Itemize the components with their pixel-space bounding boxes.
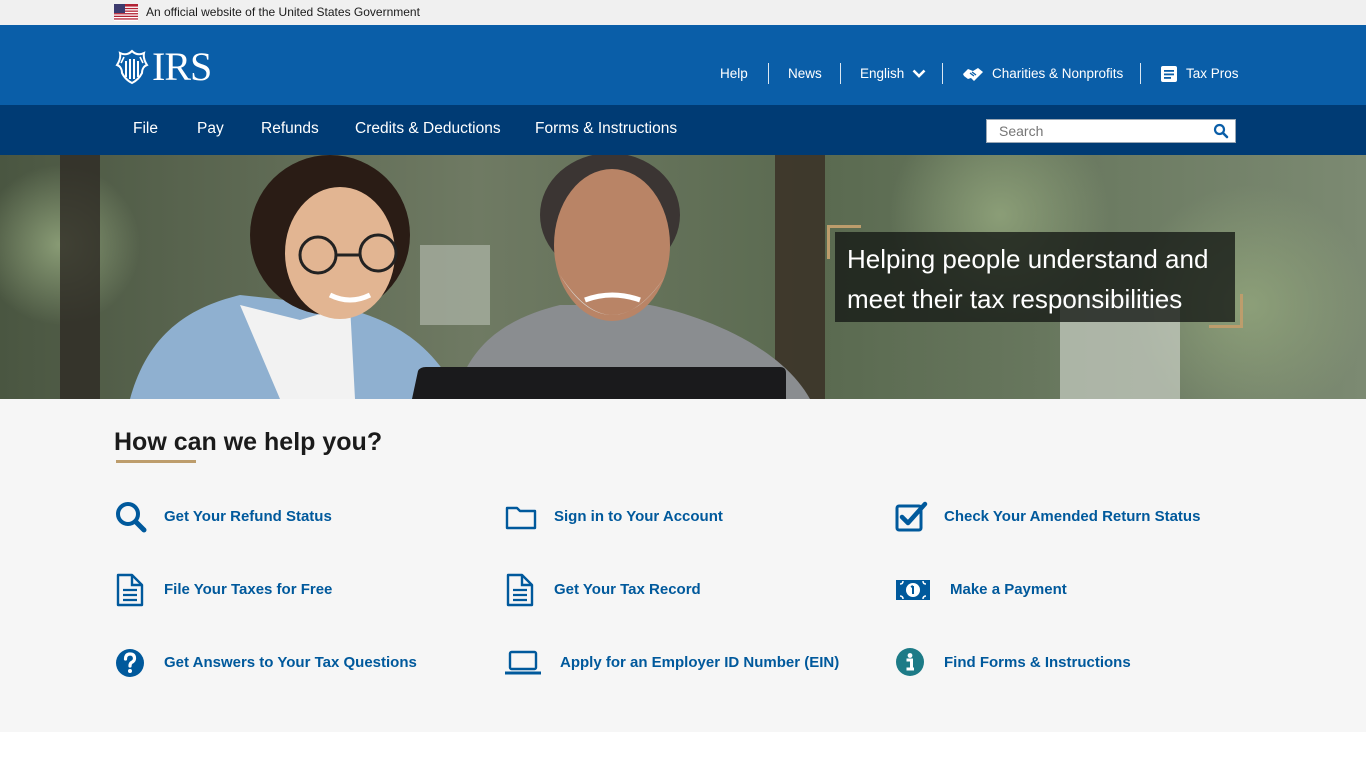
tile-file-free[interactable]: File Your Taxes for Free [114,573,332,607]
utility-news-link[interactable]: News [788,63,822,85]
gov-banner: An official website of the United States… [0,0,1366,25]
tile-label: Get Answers to Your Tax Questions [164,654,417,671]
hero-banner: Helping people understand and meet their… [0,155,1366,399]
nav-item-file[interactable]: File [133,120,158,138]
nav-item-pay[interactable]: Pay [197,120,224,138]
document-icon [116,573,144,607]
title-underline [116,460,196,463]
tax-pros-link[interactable]: Tax Pros [1160,63,1239,85]
tile-sign-in[interactable]: Sign in to Your Account [504,500,723,534]
help-title: How can we help you? [114,428,383,456]
tile-tax-record[interactable]: Get Your Tax Record [504,573,701,607]
decorative-bracket [1209,294,1243,328]
search-box [986,119,1236,143]
tile-refund-status[interactable]: Get Your Refund Status [114,500,332,534]
tile-label: Find Forms & Instructions [944,654,1131,671]
nav-item-forms-instructions[interactable]: Forms & Instructions [535,120,677,138]
language-selector[interactable]: English [860,63,926,85]
folder-icon [505,506,537,530]
magnifier-icon [116,502,147,533]
charities-link-label: Charities & Nonprofits [992,66,1124,81]
nav-item-credits-deductions[interactable]: Credits & Deductions [355,120,501,138]
question-icon [116,649,144,677]
us-flag-icon [114,4,138,21]
divider [1140,63,1141,84]
tax-pros-link-label: Tax Pros [1186,66,1239,81]
tile-label: Get Your Refund Status [164,508,332,525]
hero-tagline: Helping people understand and meet their… [847,244,1209,314]
tile-make-payment[interactable]: Make a Payment [894,573,1067,607]
info-icon [896,648,924,676]
language-label: English [860,66,905,81]
main-navigation: File Pay Refunds Credits & Deductions Fo… [0,105,1366,155]
chevron-down-icon [912,69,926,78]
handshake-icon [963,68,983,81]
tile-label: Sign in to Your Account [554,508,723,525]
search-input[interactable] [987,120,1207,142]
checkbox-icon [895,501,928,532]
divider [942,63,943,84]
tile-label: Get Your Tax Record [554,581,701,598]
eagle-icon [115,49,149,85]
tile-amended-return[interactable]: Check Your Amended Return Status [894,500,1200,534]
utility-help-link[interactable]: Help [720,63,748,85]
money-icon [896,580,930,600]
charities-nonprofits-link[interactable]: Charities & Nonprofits [962,63,1123,85]
news-link-label: News [788,66,822,81]
laptop-icon [505,650,541,675]
gov-banner-text: An official website of the United States… [146,5,420,19]
nav-item-refunds[interactable]: Refunds [261,120,319,138]
site-header: IRS Help News English Charities & Nonpro… [0,25,1366,105]
logo-text: IRS [152,44,212,89]
tile-label: File Your Taxes for Free [164,581,333,598]
tagline-box: Helping people understand and meet their… [835,232,1235,322]
tile-tax-questions[interactable]: Get Answers to Your Tax Questions [114,646,417,680]
document-icon [506,573,534,607]
irs-logo[interactable]: IRS [114,44,218,89]
help-link-label: Help [720,66,748,81]
tile-find-forms[interactable]: Find Forms & Instructions [894,646,1131,680]
search-icon[interactable] [1213,123,1229,139]
divider [768,63,769,84]
help-section: How can we help you? Get Your Refund Sta… [0,399,1366,732]
clipboard-icon [1161,66,1177,82]
tile-apply-ein[interactable]: Apply for an Employer ID Number (EIN) [504,646,839,680]
tile-label: Make a Payment [950,581,1067,598]
tile-label: Check Your Amended Return Status [944,508,1201,525]
divider [840,63,841,84]
tile-label: Apply for an Employer ID Number (EIN) [560,654,840,671]
